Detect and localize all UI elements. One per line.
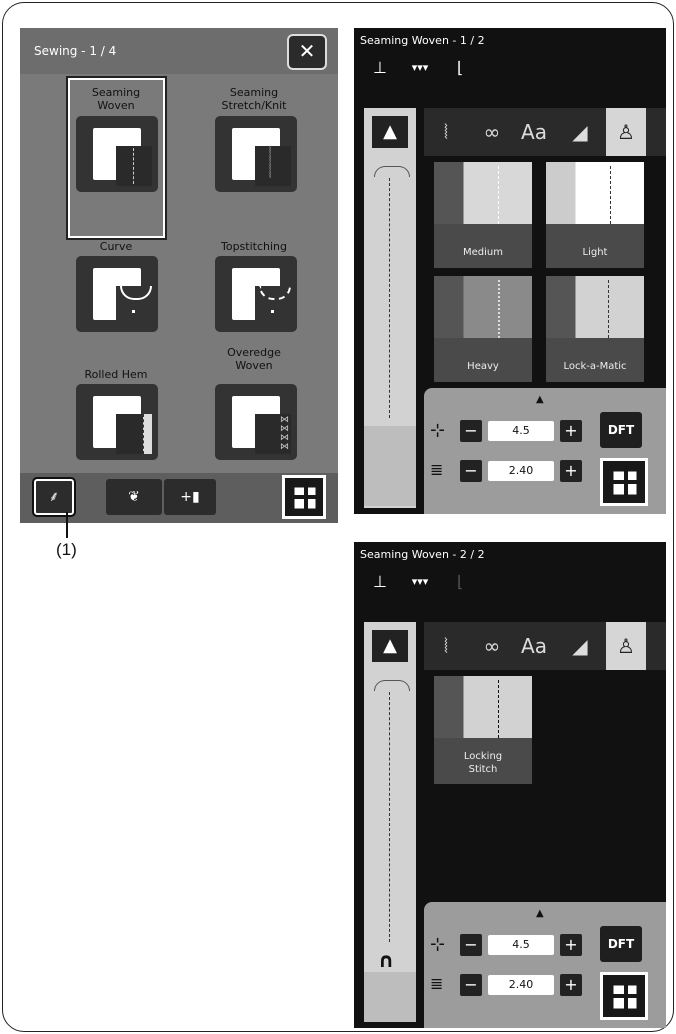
- tab-quilt[interactable]: ◢: [560, 108, 600, 156]
- mode-label-overedge-woven: Overedge Woven: [227, 346, 281, 372]
- feed-dog-icon[interactable]: ▾▾▾: [406, 570, 434, 594]
- stitch-line: [389, 692, 390, 942]
- length-plus-button[interactable]: +: [560, 974, 582, 996]
- stitch-length-value: 2.40: [488, 975, 554, 995]
- sewing-mode-screen: Sewing - 1 / 4 ✕ Seaming Woven Seaming S…: [20, 28, 338, 523]
- width-minus-button[interactable]: −: [460, 934, 482, 956]
- width-plus-button[interactable]: +: [560, 420, 582, 442]
- screen-title: Seaming Woven - 1 / 2: [360, 34, 485, 47]
- topstitching-icon[interactable]: [215, 256, 297, 332]
- stitch-card-heavy[interactable]: Heavy: [434, 276, 532, 382]
- stitch-width-value: 4.5: [488, 421, 554, 441]
- callout-line: [66, 512, 68, 538]
- upper-needle-icon[interactable]: ▲: [372, 116, 408, 148]
- presser-foot-image: [364, 972, 416, 1022]
- utility-stitch-tab[interactable]: ⸙: [32, 477, 76, 517]
- qr-code[interactable]: [282, 475, 326, 519]
- mode-label-rolled-hem: Rolled Hem: [84, 368, 148, 381]
- close-button[interactable]: ✕: [287, 34, 327, 70]
- width-plus-button[interactable]: +: [560, 934, 582, 956]
- stitch-width-icon: ⊹: [430, 934, 446, 955]
- stitch-width-value: 4.5: [488, 935, 554, 955]
- mode-label-curve: Curve: [99, 240, 133, 253]
- sewing-application-tab[interactable]: +▮: [164, 479, 216, 515]
- tab-decorative[interactable]: ∞: [472, 108, 512, 156]
- screen-title: Sewing - 1 / 4: [34, 44, 117, 58]
- default-button[interactable]: DFT: [600, 926, 642, 962]
- callout-label: (1): [56, 540, 77, 559]
- mode-label-topstitching: Topstitching: [220, 240, 287, 253]
- stitch-card-medium[interactable]: Medium: [434, 162, 532, 268]
- length-minus-button[interactable]: −: [460, 460, 482, 482]
- foot-icon[interactable]: ⊥: [366, 56, 394, 80]
- reverse-icon: ∩: [378, 948, 395, 972]
- screen-header: Sewing - 1 / 4 ✕: [20, 28, 338, 74]
- stitch-line: [389, 178, 390, 418]
- feed-dog-icon[interactable]: ▾▾▾: [406, 56, 434, 80]
- screen-title: Seaming Woven - 2 / 2: [360, 548, 485, 561]
- stitch-settings-panel: ▲ ⊹ − 4.5 + DFT ≣ − 2.40 +: [424, 902, 666, 1028]
- stitch-length-value: 2.40: [488, 461, 554, 481]
- stitch-card-light[interactable]: Light: [546, 162, 644, 268]
- seaming-woven-icon[interactable]: [76, 116, 158, 192]
- expand-arrow-icon[interactable]: ▲: [536, 908, 544, 919]
- tab-utility[interactable]: ⦚: [426, 108, 466, 156]
- stitch-length-icon: ≣: [430, 460, 444, 479]
- presser-foot-icon[interactable]: ⌊: [446, 570, 474, 594]
- tab-letters[interactable]: Aa: [514, 622, 554, 670]
- stitch-length-icon: ≣: [430, 974, 444, 993]
- tab-quilt[interactable]: ◢: [560, 622, 600, 670]
- tab-letters[interactable]: Aa: [514, 108, 554, 156]
- upper-needle-icon[interactable]: ▲: [372, 630, 408, 662]
- rolled-hem-icon[interactable]: [76, 384, 158, 460]
- foot-icon[interactable]: ⊥: [366, 570, 394, 594]
- seaming-stretch-icon[interactable]: ⦚ ⦚ ⦚ ⦚: [215, 116, 297, 192]
- curve-icon[interactable]: [76, 256, 158, 332]
- qr-code[interactable]: [600, 972, 648, 1020]
- decorative-stitch-tab[interactable]: ❦: [106, 479, 162, 515]
- qr-code[interactable]: [600, 458, 648, 506]
- tab-utility[interactable]: ⦚: [426, 622, 466, 670]
- stitch-screen-1: Seaming Woven - 1 / 2 ⊥ ▾▾▾ ⌊ ⦚ ∞ Aa ◢ ♙…: [354, 28, 666, 514]
- length-minus-button[interactable]: −: [460, 974, 482, 996]
- expand-arrow-icon[interactable]: ▲: [536, 394, 544, 405]
- stitch-preview: ▲ ∩: [364, 622, 416, 1022]
- length-plus-button[interactable]: +: [560, 460, 582, 482]
- stitch-card-locking-stitch[interactable]: Locking Stitch: [434, 676, 532, 784]
- overedge-woven-icon[interactable]: ⋈ ⋈ ⋈ ⋈: [215, 384, 297, 460]
- tab-sewing-application[interactable]: ♙: [606, 108, 646, 156]
- width-minus-button[interactable]: −: [460, 420, 482, 442]
- stitch-card-lock-a-matic[interactable]: Lock-a-Matic: [546, 276, 644, 382]
- stitch-settings-panel: ▲ ⊹ − 4.5 + DFT ≣ − 2.40 +: [424, 388, 666, 514]
- stitch-preview: ▲: [364, 108, 416, 508]
- tab-sewing-application[interactable]: ♙: [606, 622, 646, 670]
- default-button[interactable]: DFT: [600, 412, 642, 448]
- stitch-width-icon: ⊹: [430, 420, 446, 441]
- presser-foot-image: [364, 426, 416, 506]
- mode-label-seaming-stretch: Seaming Stretch/Knit: [221, 86, 287, 112]
- tab-decorative[interactable]: ∞: [472, 622, 512, 670]
- mode-label-seaming-woven: Seaming Woven: [91, 86, 141, 112]
- presser-foot-icon[interactable]: ⌊: [446, 56, 474, 80]
- stitch-screen-2: Seaming Woven - 2 / 2 ⊥ ▾▾▾ ⌊ ⦚ ∞ Aa ◢ ♙…: [354, 542, 666, 1028]
